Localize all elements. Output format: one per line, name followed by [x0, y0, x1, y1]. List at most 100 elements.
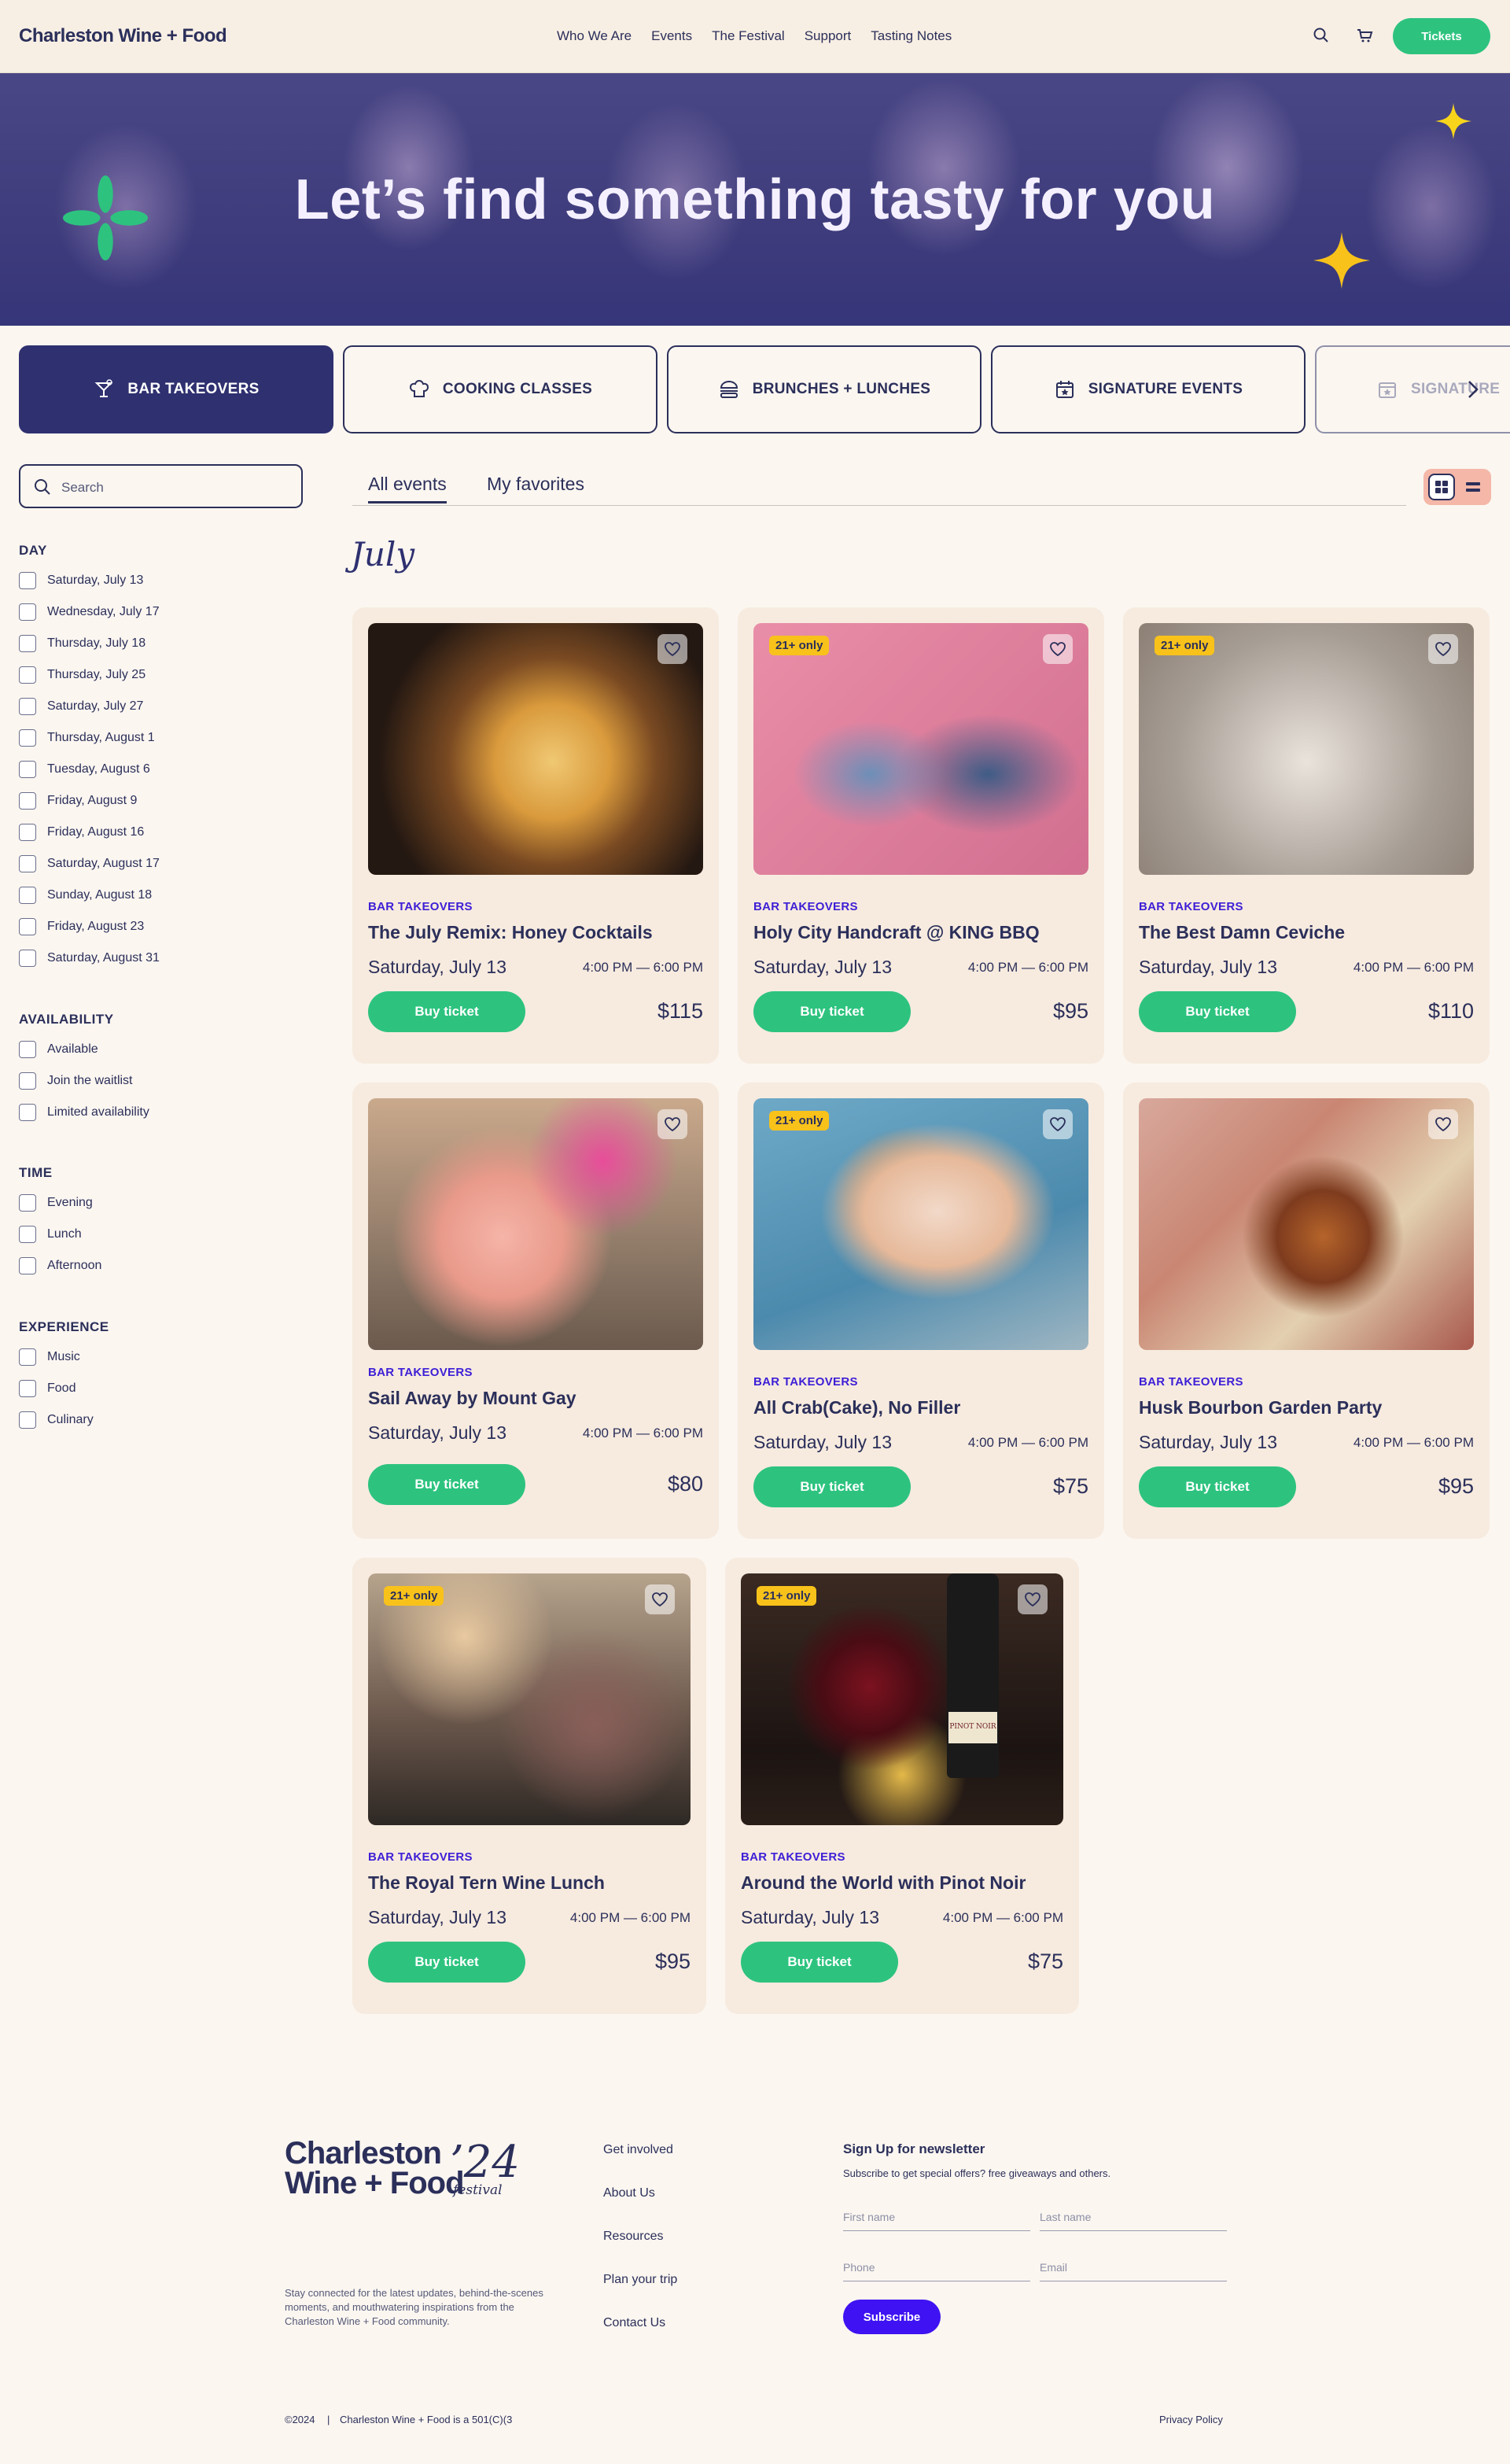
nav-support[interactable]: Support [805, 28, 852, 44]
checkbox[interactable] [19, 572, 36, 589]
checkbox[interactable] [19, 918, 36, 935]
checkbox[interactable] [19, 855, 36, 872]
event-image[interactable]: 21+ only [1139, 623, 1474, 875]
event-title[interactable]: Holy City Handcraft @ KING BBQ [753, 922, 1040, 943]
filter-option[interactable]: Thursday, August 1 [19, 729, 155, 747]
buy-ticket-button[interactable]: Buy ticket [741, 1942, 898, 1983]
event-image[interactable]: 21+ only [753, 623, 1088, 875]
checkbox[interactable] [19, 1411, 36, 1429]
grid-view-button[interactable] [1428, 474, 1455, 500]
checkbox[interactable] [19, 666, 36, 684]
footer-link-get-involved[interactable]: Get involved [603, 2143, 673, 2157]
event-card[interactable]: BAR TAKEOVERS Husk Bourbon Garden Party Sa… [1123, 1083, 1490, 1539]
filter-option[interactable]: Join the waitlist [19, 1072, 133, 1090]
checkbox[interactable] [19, 698, 36, 715]
filter-option[interactable]: Music [19, 1348, 80, 1366]
first-name-field[interactable]: First name [843, 2208, 1030, 2231]
event-title[interactable]: The Royal Tern Wine Lunch [368, 1872, 605, 1894]
filter-option[interactable]: Saturday, July 13 [19, 572, 143, 589]
category-tab-signature-events[interactable]: SIGNATURE EVENTS [991, 345, 1306, 433]
filter-option[interactable]: Saturday, August 17 [19, 855, 160, 872]
filter-option[interactable]: Saturday, August 31 [19, 950, 160, 967]
tab-all-events[interactable]: All events [368, 474, 447, 503]
buy-ticket-button[interactable]: Buy ticket [1139, 1466, 1296, 1507]
event-card[interactable]: 21+ only BAR TAKEOVERS All Crab(Cake), No … [738, 1083, 1104, 1539]
buy-ticket-button[interactable]: Buy ticket [1139, 991, 1296, 1032]
filter-option[interactable]: Friday, August 16 [19, 824, 144, 841]
checkbox[interactable] [19, 1072, 36, 1090]
site-logo[interactable]: Charleston Wine + Food [19, 25, 227, 47]
event-card[interactable]: BAR TAKEOVERS The July Remix: Honey Cockt… [352, 607, 719, 1064]
cart-icon[interactable] [1355, 26, 1374, 45]
checkbox[interactable] [19, 824, 36, 841]
checkbox[interactable] [19, 635, 36, 652]
checkbox[interactable] [19, 603, 36, 621]
buy-ticket-button[interactable]: Buy ticket [753, 991, 911, 1032]
privacy-policy-link[interactable]: Privacy Policy [1159, 2414, 1223, 2425]
checkbox[interactable] [19, 792, 36, 810]
filter-option[interactable]: Saturday, July 27 [19, 698, 143, 715]
footer-link-resources[interactable]: Resources [603, 2230, 663, 2244]
buy-ticket-button[interactable]: Buy ticket [368, 1464, 525, 1505]
event-title[interactable]: Husk Bourbon Garden Party [1139, 1397, 1382, 1418]
event-card[interactable]: 21+ only BAR TAKEOVERS Holy City Handcraft… [738, 607, 1104, 1064]
favorite-button[interactable] [657, 1109, 687, 1139]
event-card[interactable]: 21+ only BAR TAKEOVERS The Royal Tern Wine… [352, 1558, 706, 2014]
tab-my-favorites[interactable]: My favorites [487, 474, 584, 495]
filter-option[interactable]: Wednesday, July 17 [19, 603, 160, 621]
tickets-button[interactable]: Tickets [1393, 18, 1490, 54]
event-image[interactable] [368, 1098, 703, 1350]
favorite-button[interactable] [657, 634, 687, 664]
event-title[interactable]: All Crab(Cake), No Filler [753, 1397, 960, 1418]
category-tab-bar-takeovers[interactable]: BAR TAKEOVERS [19, 345, 333, 433]
buy-ticket-button[interactable]: Buy ticket [753, 1466, 911, 1507]
favorite-button[interactable] [1043, 634, 1073, 664]
event-card[interactable]: PINOT NOIR 21+ only BAR TAKEOVERS Around th… [725, 1558, 1079, 2014]
event-card[interactable]: 21+ only BAR TAKEOVERS The Best Damn Cevic… [1123, 607, 1490, 1064]
category-tab-cooking-classes[interactable]: COOKING CLASSES [343, 345, 657, 433]
search-icon[interactable] [1312, 26, 1331, 45]
checkbox[interactable] [19, 1104, 36, 1121]
phone-field[interactable]: Phone [843, 2258, 1030, 2281]
filter-option[interactable]: Afternoon [19, 1257, 101, 1274]
favorite-button[interactable] [645, 1584, 675, 1614]
list-view-icon[interactable] [1464, 480, 1482, 494]
filter-option[interactable]: Tuesday, August 6 [19, 761, 150, 778]
footer-link-plan-your-trip[interactable]: Plan your trip [603, 2273, 677, 2287]
event-image[interactable]: 21+ only [753, 1098, 1088, 1350]
filter-option[interactable]: Food [19, 1380, 76, 1397]
favorite-button[interactable] [1428, 634, 1458, 664]
filter-option[interactable]: Evening [19, 1194, 93, 1212]
filter-option[interactable]: Friday, August 9 [19, 792, 137, 810]
checkbox[interactable] [19, 950, 36, 967]
buy-ticket-button[interactable]: Buy ticket [368, 1942, 525, 1983]
event-image[interactable] [1139, 1098, 1474, 1350]
category-tab-brunches-lunches[interactable]: BRUNCHES + LUNCHES [667, 345, 982, 433]
event-image[interactable]: 21+ only [368, 1573, 691, 1825]
email-field[interactable]: Email [1040, 2258, 1227, 2281]
nav-events[interactable]: Events [651, 28, 692, 44]
search-input[interactable]: Search [19, 464, 303, 508]
nav-the-festival[interactable]: The Festival [712, 28, 785, 44]
event-title[interactable]: The Best Damn Ceviche [1139, 922, 1345, 943]
checkbox[interactable] [19, 761, 36, 778]
event-image[interactable] [368, 623, 703, 875]
checkbox[interactable] [19, 729, 36, 747]
subscribe-button[interactable]: Subscribe [843, 2300, 941, 2334]
event-title[interactable]: Sail Away by Mount Gay [368, 1388, 576, 1409]
filter-option[interactable]: Lunch [19, 1226, 82, 1243]
checkbox[interactable] [19, 1226, 36, 1243]
checkbox[interactable] [19, 1348, 36, 1366]
filter-option[interactable]: Limited availability [19, 1104, 149, 1121]
footer-logo[interactable]: Charleston Wine + Food [285, 2138, 465, 2199]
checkbox[interactable] [19, 887, 36, 904]
footer-link-contact-us[interactable]: Contact Us [603, 2316, 665, 2330]
filter-option[interactable]: Friday, August 23 [19, 918, 144, 935]
footer-link-about-us[interactable]: About Us [603, 2186, 655, 2200]
event-title[interactable]: The July Remix: Honey Cocktails [368, 922, 653, 943]
checkbox[interactable] [19, 1257, 36, 1274]
filter-option[interactable]: Available [19, 1041, 98, 1058]
checkbox[interactable] [19, 1194, 36, 1212]
filter-option[interactable]: Thursday, July 25 [19, 666, 145, 684]
filter-option[interactable]: Culinary [19, 1411, 94, 1429]
